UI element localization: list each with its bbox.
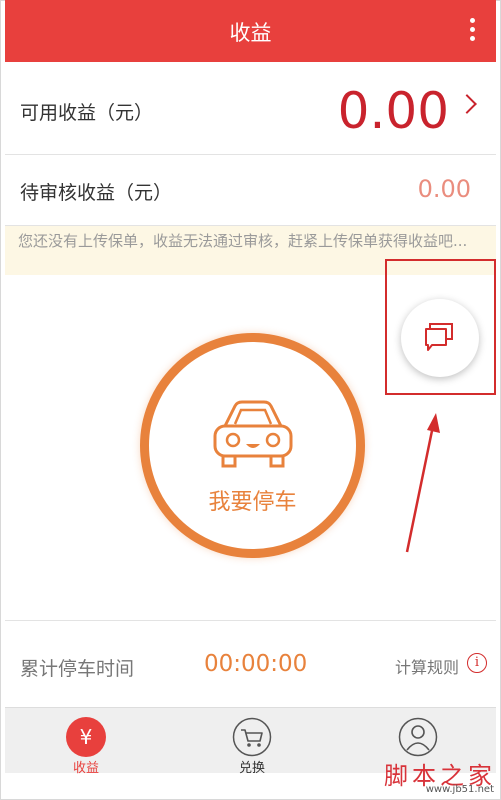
site-watermark: 脚本之家 www.jb51.net: [378, 756, 498, 796]
page-title: 收益: [229, 21, 272, 45]
available-earnings-label: 可用收益（元）: [20, 102, 154, 124]
profile-icon: [398, 717, 438, 757]
annotation-arrow: [405, 413, 440, 553]
chevron-right-icon: [457, 94, 477, 114]
park-car-button[interactable]: 我要停车: [140, 333, 365, 558]
pending-earnings-label: 待审核收益（元）: [20, 182, 173, 204]
pending-earnings-value: 0.00: [417, 175, 471, 203]
app-header: 收益: [5, 0, 496, 62]
pending-earnings-row: 待审核收益（元） 0.00: [5, 155, 496, 226]
highlight-box: [385, 259, 496, 395]
total-parking-row: 累计停车时间 00:00:00 计算规则 i: [5, 620, 496, 706]
watermark-url: www.jb51.net: [425, 784, 494, 795]
calc-rules-link[interactable]: 计算规则: [395, 654, 459, 678]
tab-exchange[interactable]: 兑换: [197, 708, 307, 776]
total-parking-label: 累计停车时间: [20, 658, 135, 680]
tab-earnings-label: 收益: [72, 761, 99, 776]
available-earnings-value: 0.00: [337, 82, 449, 140]
available-earnings-row[interactable]: 可用收益（元） 0.00: [5, 62, 496, 155]
tab-earnings[interactable]: ¥ 收益: [31, 708, 141, 776]
main-content: 可用收益（元） 0.00 待审核收益（元） 0.00 您还没有上传保单，收益无法…: [5, 62, 496, 776]
cart-icon: [232, 717, 272, 757]
info-icon[interactable]: i: [467, 653, 487, 673]
more-vertical-icon[interactable]: [470, 18, 476, 44]
notice-text: 您还没有上传保单，收益无法通过审核，赶紧上传保单获得收益吧...: [18, 232, 468, 250]
tab-exchange-label: 兑换: [238, 761, 265, 776]
park-car-label: 我要停车: [208, 490, 297, 515]
car-icon: [213, 400, 293, 468]
total-parking-time: 00:00:00: [204, 651, 308, 677]
yen-icon: ¥: [66, 717, 106, 757]
